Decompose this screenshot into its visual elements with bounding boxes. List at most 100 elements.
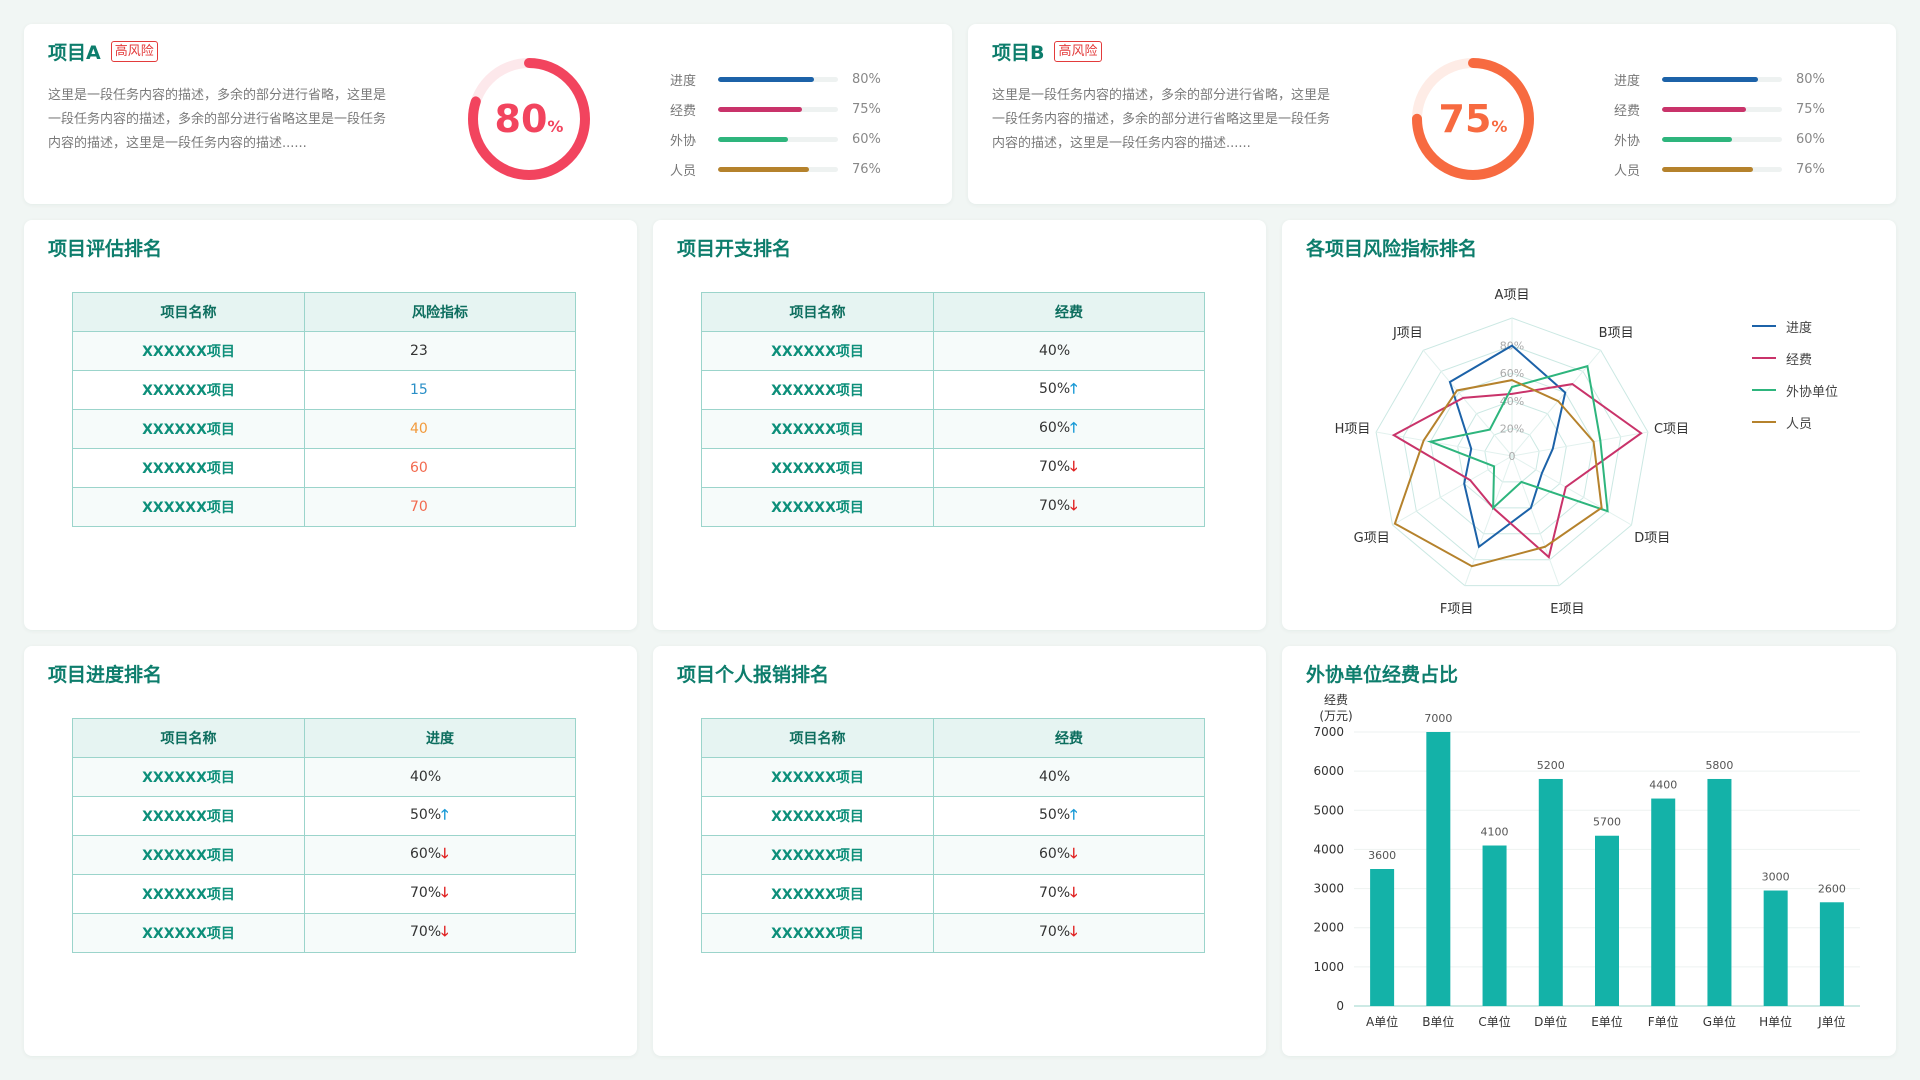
project-name-cell[interactable]: XXXXXX项目 bbox=[701, 331, 934, 371]
bar bbox=[1763, 890, 1788, 1006]
metric-track bbox=[718, 76, 838, 82]
table-row[interactable]: XXXXXX项目 40% bbox=[701, 757, 1205, 797]
project-name: 项目A bbox=[48, 42, 101, 64]
project-name-cell[interactable]: XXXXXX项目 bbox=[72, 448, 305, 488]
bar bbox=[1595, 835, 1619, 1006]
card-title: 项目进度排名 bbox=[48, 664, 163, 686]
project-name-cell[interactable]: XXXXXX项目 bbox=[701, 835, 934, 875]
table-row[interactable]: XXXXXX项目 40% bbox=[72, 757, 576, 797]
value-text: 70%🡓 bbox=[1031, 456, 1107, 480]
value-cell: 70%🡓 bbox=[933, 913, 1205, 953]
value-number: 40% bbox=[1039, 769, 1071, 785]
radar-series-line bbox=[1393, 379, 1603, 568]
x-tick-label: J单位 bbox=[1817, 1014, 1846, 1029]
table-row[interactable]: XXXXXX项目 70%🡓 bbox=[701, 913, 1205, 953]
table-header-row: 项目名称 风险指标 bbox=[72, 292, 576, 332]
column-header-value: 经费 bbox=[933, 718, 1205, 758]
legend-swatch bbox=[1752, 421, 1776, 423]
value-text: 70%🡓 bbox=[402, 921, 478, 945]
project-name-cell[interactable]: XXXXXX项目 bbox=[701, 409, 934, 449]
project-name-cell[interactable]: XXXXXX项目 bbox=[72, 757, 305, 797]
project-name-cell[interactable]: XXXXXX项目 bbox=[701, 874, 934, 914]
project-header: 项目B 高风险 bbox=[992, 38, 1102, 65]
table-row[interactable]: XXXXXX项目 70%🡓 bbox=[72, 874, 576, 914]
legend-item[interactable]: 人员 bbox=[1752, 406, 1838, 438]
table-row[interactable]: XXXXXX项目 23 bbox=[72, 331, 576, 371]
x-tick-label: F单位 bbox=[1648, 1014, 1679, 1029]
table-row[interactable]: XXXXXX项目 40% bbox=[701, 331, 1205, 371]
table-row[interactable]: XXXXXX项目 40 bbox=[72, 409, 576, 449]
project-name-cell[interactable]: XXXXXX项目 bbox=[72, 835, 305, 875]
project-name-cell[interactable]: XXXXXX项目 bbox=[701, 487, 934, 527]
table-row[interactable]: XXXXXX项目 60%🡓 bbox=[701, 835, 1205, 875]
bar bbox=[1651, 798, 1676, 1006]
table-row[interactable]: XXXXXX项目 15 bbox=[72, 370, 576, 410]
value-cell: 70 bbox=[304, 487, 576, 527]
legend-item[interactable]: 进度 bbox=[1752, 310, 1838, 342]
project-name-cell[interactable]: XXXXXX项目 bbox=[72, 796, 305, 836]
table-row[interactable]: XXXXXX项目 60 bbox=[72, 448, 576, 488]
project-name-cell[interactable]: XXXXXX项目 bbox=[72, 913, 305, 953]
metric-row: 经费 75% bbox=[1614, 94, 1854, 124]
legend-swatch bbox=[1752, 389, 1776, 391]
value-number: 70% bbox=[1039, 498, 1071, 514]
metric-label: 经费 bbox=[670, 103, 697, 119]
table-row[interactable]: XXXXXX项目 70%🡓 bbox=[701, 487, 1205, 527]
legend-item[interactable]: 经费 bbox=[1752, 342, 1838, 374]
value-text: 40 bbox=[402, 421, 478, 437]
metric-row: 外协 60% bbox=[670, 124, 910, 154]
metric-value: 80% bbox=[852, 71, 881, 87]
ring-percent: 75 bbox=[1438, 97, 1492, 141]
ring-unit: % bbox=[1491, 116, 1508, 136]
project-name-cell[interactable]: XXXXXX项目 bbox=[72, 331, 305, 371]
project-name-cell[interactable]: XXXXXX项目 bbox=[72, 487, 305, 527]
arrow-up-icon: 🡑 bbox=[1070, 381, 1078, 397]
radar-category-label: D项目 bbox=[1634, 531, 1670, 546]
bar-value-label: 5800 bbox=[1705, 759, 1733, 772]
column-header-value: 风险指标 bbox=[304, 292, 576, 332]
y-tick-label: 0 bbox=[1336, 999, 1344, 1013]
bar bbox=[1707, 778, 1732, 1006]
project-name: 项目B bbox=[992, 42, 1045, 64]
metric-value: 76% bbox=[1796, 161, 1825, 177]
metric-row: 人员 76% bbox=[1614, 154, 1854, 184]
value-text: 50%🡑 bbox=[1031, 378, 1107, 402]
table-row[interactable]: XXXXXX项目 50%🡑 bbox=[701, 796, 1205, 836]
value-number: 60% bbox=[1039, 420, 1071, 436]
bar-value-label: 7000 bbox=[1424, 712, 1452, 725]
project-name-cell[interactable]: XXXXXX项目 bbox=[701, 757, 934, 797]
bar-value-label: 4100 bbox=[1481, 826, 1509, 839]
table-row[interactable]: XXXXXX项目 50%🡑 bbox=[72, 796, 576, 836]
project-name-cell[interactable]: XXXXXX项目 bbox=[701, 913, 934, 953]
value-number: 70% bbox=[1039, 885, 1071, 901]
project-name-cell[interactable]: XXXXXX项目 bbox=[72, 409, 305, 449]
metric-value: 60% bbox=[852, 131, 881, 147]
project-name-cell[interactable]: XXXXXX项目 bbox=[701, 796, 934, 836]
metric-list: 进度 80% 经费 75% 外协 60% 人员 76% bbox=[1614, 64, 1854, 184]
project-name-cell[interactable]: XXXXXX项目 bbox=[701, 448, 934, 488]
legend-item[interactable]: 外协单位 bbox=[1752, 374, 1838, 406]
arrow-up-icon: 🡑 bbox=[441, 807, 449, 823]
bar bbox=[1538, 778, 1563, 1006]
project-name-cell[interactable]: XXXXXX项目 bbox=[72, 370, 305, 410]
table-row[interactable]: XXXXXX项目 60%🡓 bbox=[72, 835, 576, 875]
x-tick-label: H单位 bbox=[1759, 1014, 1792, 1029]
bar-value-label: 5700 bbox=[1593, 816, 1621, 829]
project-card-b: 项目B 高风险 这里是一段任务内容的描述，多余的部分进行省略，这里是一段任务内容… bbox=[968, 24, 1896, 204]
table-row[interactable]: XXXXXX项目 70%🡓 bbox=[72, 913, 576, 953]
table-row[interactable]: XXXXXX项目 70%🡓 bbox=[701, 448, 1205, 488]
value-text: 70%🡓 bbox=[1031, 882, 1107, 906]
table-row[interactable]: XXXXXX项目 60%🡑 bbox=[701, 409, 1205, 449]
table-row[interactable]: XXXXXX项目 70 bbox=[72, 487, 576, 527]
y-tick-label: 4000 bbox=[1313, 842, 1344, 856]
project-name-cell[interactable]: XXXXXX项目 bbox=[701, 370, 934, 410]
ranking-table: 项目名称 风险指标 XXXXXX项目 23 XXXXXX项目 15 XXXXXX项目 40 XX… bbox=[72, 292, 576, 527]
metric-value: 76% bbox=[852, 161, 881, 177]
table-row[interactable]: XXXXXX项目 70%🡓 bbox=[701, 874, 1205, 914]
radar-category-label: A项目 bbox=[1495, 288, 1530, 303]
value-text: 23 bbox=[402, 343, 478, 359]
table-row[interactable]: XXXXXX项目 50%🡑 bbox=[701, 370, 1205, 410]
value-cell: 40% bbox=[304, 757, 576, 797]
bar bbox=[1426, 732, 1451, 1006]
project-name-cell[interactable]: XXXXXX项目 bbox=[72, 874, 305, 914]
